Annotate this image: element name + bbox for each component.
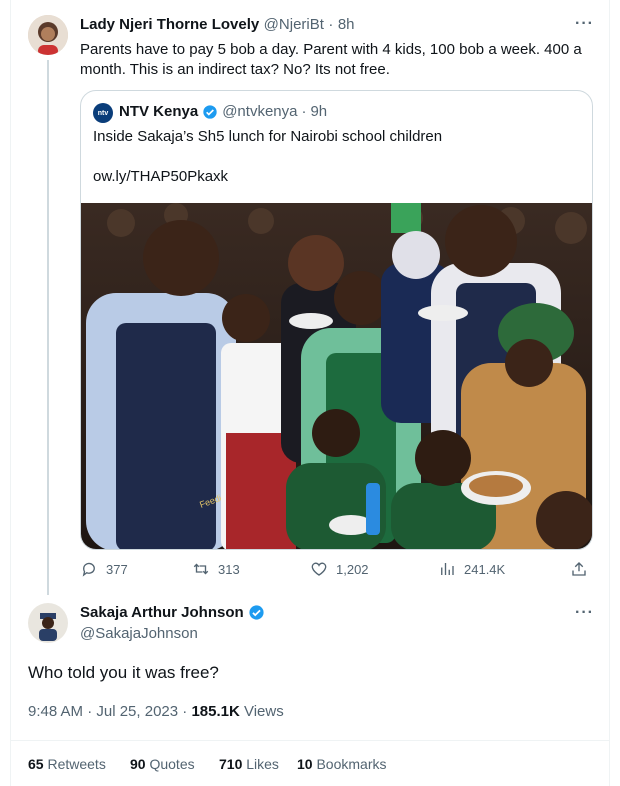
- quoted-author-name: NTV Kenya: [119, 103, 199, 120]
- quoted-tweet-text: Inside Sakaja’s Sh5 lunch for Nairobi sc…: [93, 128, 443, 145]
- original-separator: ·: [328, 16, 334, 33]
- original-tweet-actions: 377 313 1,202 241.4K: [80, 560, 590, 584]
- reply-meta: 9:48 AM · Jul 25, 2023 · 185.1K Views: [28, 703, 284, 720]
- stat-likes-label: Likes: [242, 756, 279, 772]
- like-button[interactable]: 1,202: [310, 560, 369, 578]
- reply-views-count: 185.1K: [191, 703, 240, 720]
- retweet-button[interactable]: 313: [192, 560, 240, 578]
- reply-tweet-text: Who told you it was free?: [28, 663, 219, 682]
- njeri-avatar[interactable]: [28, 15, 68, 55]
- stat-retweets-label: Retweets: [43, 756, 106, 772]
- stat-likes[interactable]: 710 Likes: [219, 756, 279, 772]
- share-icon: [572, 562, 586, 576]
- original-time[interactable]: 8h: [338, 16, 355, 33]
- reply-button[interactable]: 377: [80, 560, 128, 578]
- reply-views-label: Views: [239, 703, 284, 720]
- like-count: 1,202: [336, 561, 369, 577]
- ntv-avatar: ntv: [93, 103, 113, 123]
- original-author-name[interactable]: Lady Njeri Thorne Lovely: [80, 16, 259, 33]
- verified-badge-icon: [203, 104, 217, 119]
- original-tweet-text: Parents have to pay 5 bob a day. Parent …: [80, 41, 582, 78]
- reply-author-handle[interactable]: @SakajaJohnson: [80, 625, 198, 642]
- sakaja-avatar[interactable]: [28, 603, 68, 643]
- stat-quotes-label: Quotes: [145, 756, 195, 772]
- reply-author-row: Sakaja Arthur Johnson: [80, 604, 265, 621]
- share-button[interactable]: [570, 560, 588, 578]
- stat-bookmarks-count: 10: [297, 756, 313, 772]
- stat-retweets-count: 65: [28, 756, 44, 772]
- ntv-avatar-text: ntv: [97, 109, 109, 117]
- quoted-tweet-header: NTV Kenya @ntvkenya · 9h: [119, 103, 327, 120]
- quoted-tweet-photo[interactable]: Feeding The Fut: [81, 203, 593, 550]
- retweet-icon: [193, 563, 209, 575]
- thread-connector-line: [47, 60, 49, 595]
- stats-divider: [10, 740, 610, 741]
- stat-bookmarks-label: Bookmarks: [312, 756, 387, 772]
- heart-icon: [311, 562, 327, 576]
- views-button[interactable]: 241.4K: [438, 560, 505, 578]
- view-count: 241.4K: [464, 561, 506, 577]
- retweet-count: 313: [218, 561, 240, 577]
- original-author-handle[interactable]: @NjeriBt: [264, 16, 324, 33]
- stat-retweets[interactable]: 65 Retweets: [28, 756, 106, 772]
- quoted-separator: ·: [301, 103, 307, 120]
- quoted-time: 9h: [310, 103, 328, 120]
- reply-timestamp[interactable]: 9:48 AM · Jul 25, 2023 ·: [28, 703, 191, 720]
- verified-badge-icon: [249, 605, 264, 620]
- reply-icon: [82, 562, 95, 577]
- stat-bookmarks[interactable]: 10 Bookmarks: [297, 756, 387, 772]
- original-more-icon[interactable]: ···: [575, 15, 594, 33]
- quoted-author-handle: @ntvkenya: [222, 103, 298, 120]
- views-chart-icon: [441, 563, 454, 575]
- quoted-tweet-card[interactable]: ntv NTV Kenya @ntvkenya · 9h Inside Saka…: [80, 90, 593, 550]
- quoted-tweet-link[interactable]: ow.ly/THAP50Pkaxk: [93, 168, 228, 185]
- reply-count: 377: [106, 561, 128, 577]
- stat-quotes[interactable]: 90 Quotes: [130, 756, 195, 772]
- stat-likes-count: 710: [219, 756, 243, 772]
- original-tweet-header: Lady Njeri Thorne Lovely @NjeriBt · 8h: [80, 16, 355, 34]
- reply-more-icon[interactable]: ···: [575, 604, 594, 622]
- stat-quotes-count: 90: [130, 756, 146, 772]
- reply-author-name[interactable]: Sakaja Arthur Johnson: [80, 604, 244, 621]
